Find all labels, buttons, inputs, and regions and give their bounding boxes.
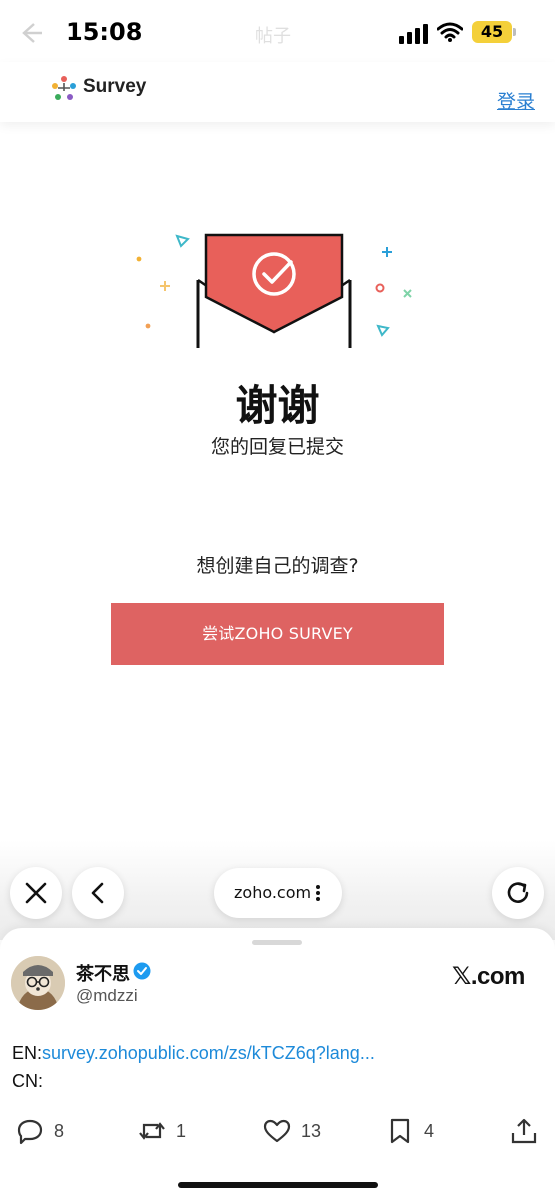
survey-header: Survey 登录 (0, 62, 555, 122)
tweet-actions: 8 1 13 4 (0, 1114, 555, 1148)
sheet-grabber[interactable] (252, 940, 302, 945)
bookmark-button[interactable]: 4 (386, 1114, 434, 1148)
close-icon (25, 882, 47, 904)
tweet-author-handle[interactable]: @mdzzi (76, 986, 138, 1006)
avatar-image (11, 956, 65, 1010)
verified-badge-icon (133, 962, 151, 980)
bookmark-icon (390, 1118, 410, 1144)
tweet-text-line-cn: CN: (12, 1071, 43, 1091)
signal-icon (399, 24, 428, 44)
more-vertical-icon[interactable] (315, 884, 321, 902)
thanks-subtitle: 您的回复已提交 (210, 436, 344, 458)
tweet-en-prefix: EN: (12, 1043, 43, 1063)
survey-brand: Survey (83, 76, 147, 97)
battery-tip (513, 28, 516, 36)
try-zoho-survey-button[interactable]: 尝试ZOHO SURVEY (111, 603, 444, 665)
home-indicator (178, 1182, 378, 1188)
reply-icon (17, 1119, 43, 1145)
close-button[interactable] (10, 867, 62, 919)
status-bar: 15:08 帖子 45 (0, 0, 555, 62)
retweet-button[interactable]: 1 (138, 1114, 186, 1148)
ghost-page-title: 帖子 (255, 26, 291, 47)
like-icon (263, 1119, 291, 1143)
like-button[interactable]: 13 (263, 1114, 321, 1148)
tweet-text-line-en: EN:survey.zohopublic.com/zs/kTCZ6q?lang.… (12, 1043, 375, 1064)
login-link[interactable]: 登录 (497, 87, 535, 114)
reload-icon (507, 882, 529, 903)
avatar[interactable] (11, 956, 65, 1010)
envelope-check-icon (136, 233, 412, 348)
survey-logo-icon (52, 76, 76, 100)
wifi-icon (437, 22, 463, 42)
tweet-sheet: 茶不思 @mdzzi 𝕏.com EN:survey.zohopublic.co… (0, 928, 555, 1200)
status-time: 15:08 (66, 18, 143, 46)
thanks-title: 谢谢 (235, 381, 320, 430)
url-bar[interactable]: zoho.com (214, 868, 342, 918)
share-button[interactable] (510, 1114, 538, 1148)
tweet-author-name[interactable]: 茶不思 (76, 960, 130, 986)
x-com-logo[interactable]: 𝕏.com (452, 962, 525, 991)
url-text: zoho.com (234, 883, 312, 902)
create-survey-question: 想创建自己的调查? (196, 555, 359, 577)
reply-button[interactable]: 8 (16, 1114, 64, 1148)
reply-count: 8 (54, 1120, 65, 1141)
like-count: 13 (301, 1120, 322, 1141)
chevron-left-icon (91, 882, 104, 904)
survey-link[interactable]: survey.zohopublic.com/zs/kTCZ6q?lang... (42, 1043, 375, 1063)
reload-button[interactable] (492, 867, 544, 919)
back-icon (22, 23, 42, 43)
battery-icon: 45 (472, 21, 512, 43)
retweet-icon (139, 1122, 165, 1140)
bookmark-count: 4 (424, 1120, 435, 1141)
back-button[interactable] (72, 867, 124, 919)
share-icon (511, 1118, 537, 1144)
retweet-count: 1 (176, 1120, 187, 1141)
